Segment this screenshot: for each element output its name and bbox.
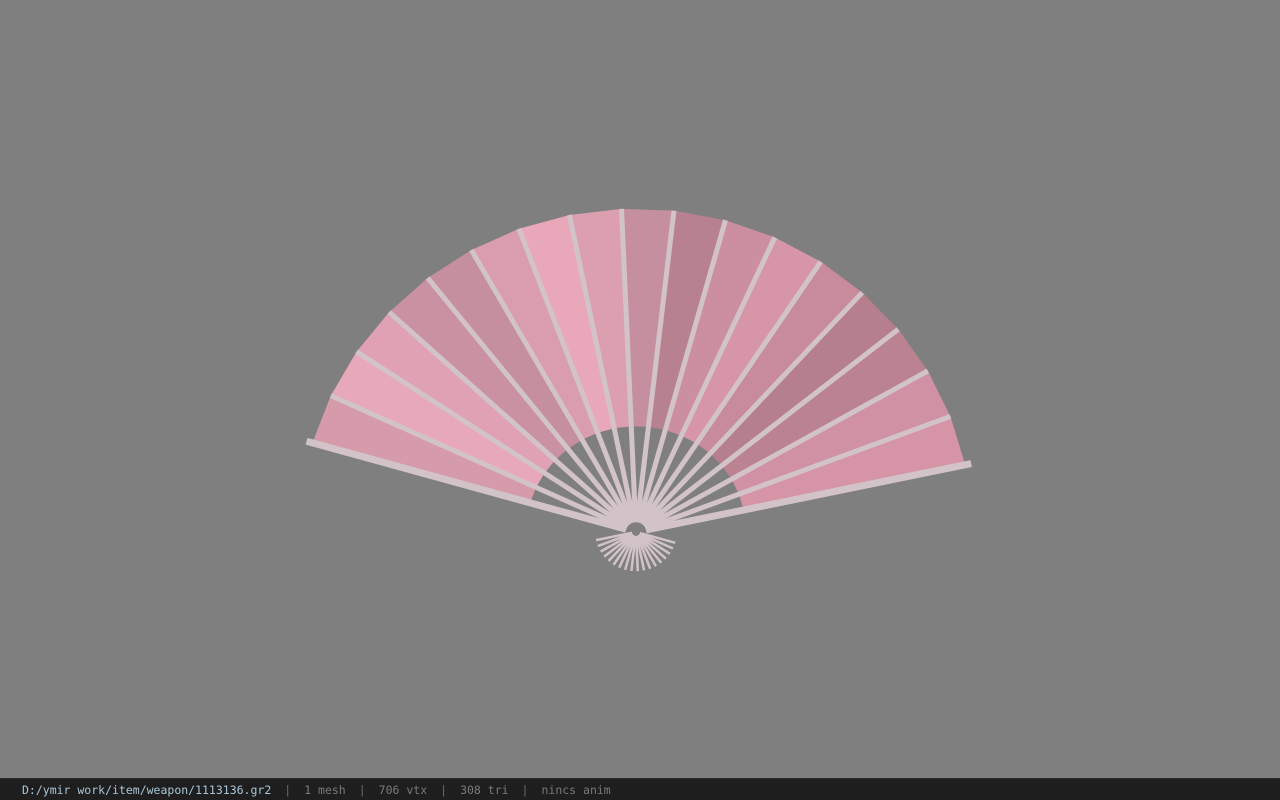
file-path-label: D:/ymir work/item/weapon/1113136.gr2: [22, 782, 272, 797]
animation-status-label: nincs anim: [541, 782, 611, 797]
status-bar: D:/ymir work/item/weapon/1113136.gr2 | 1…: [0, 778, 1280, 800]
status-separator: |: [521, 782, 529, 797]
3d-viewport[interactable]: [0, 0, 1280, 778]
status-separator: |: [358, 782, 366, 797]
triangle-count-label: 308 tri: [460, 782, 509, 797]
folding-fan-icon: [305, 208, 972, 572]
fan-paper: [312, 208, 966, 510]
status-separator: |: [284, 782, 292, 797]
status-separator: |: [440, 782, 448, 797]
mesh-count-label: 1 mesh: [304, 782, 346, 797]
vertex-count-label: 706 vtx: [378, 782, 428, 797]
fan-rib-tail: [634, 535, 640, 572]
